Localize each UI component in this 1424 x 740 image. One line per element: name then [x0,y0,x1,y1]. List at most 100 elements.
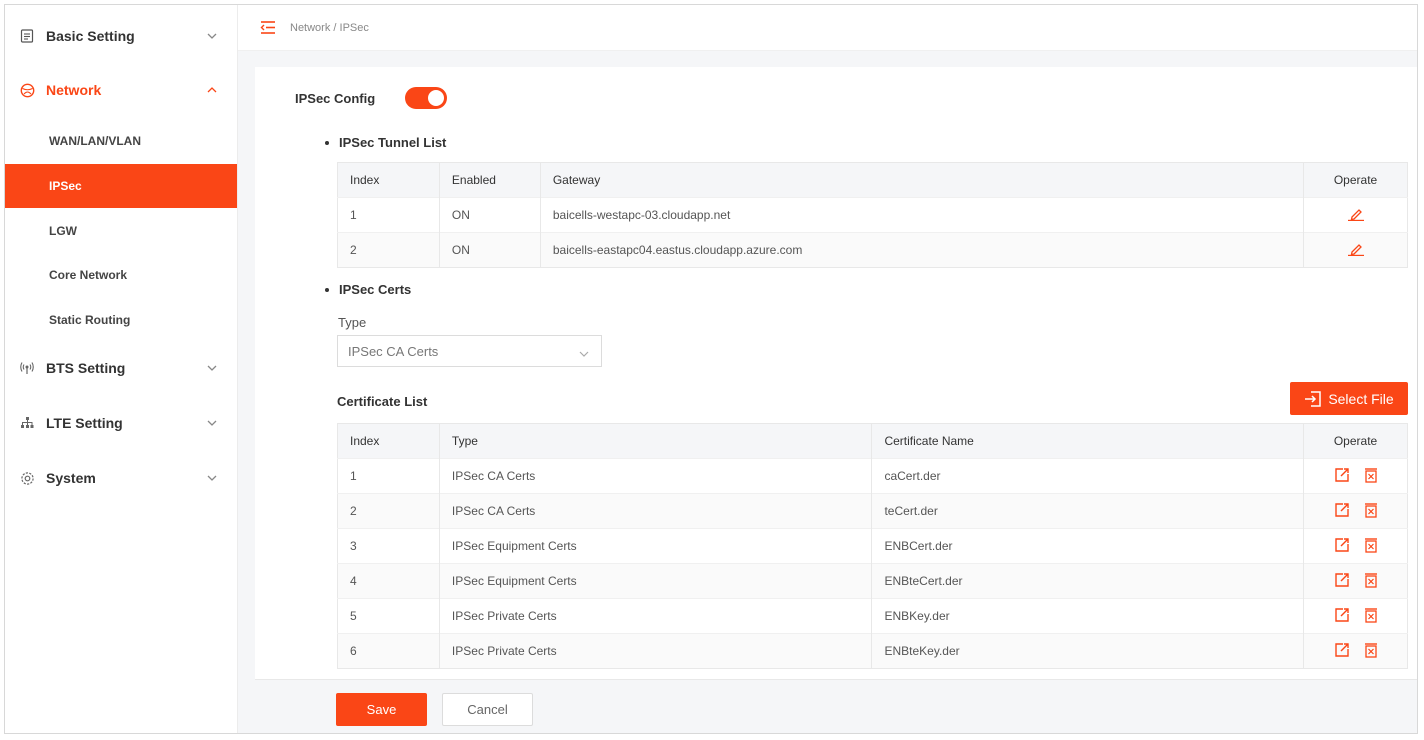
cell-enabled: ON [439,232,541,268]
chevron-down-icon [205,33,219,39]
menu-label: Network [46,82,102,98]
menu-label: BTS Setting [46,360,126,376]
menu-network[interactable]: Network [5,63,237,117]
delete-icon[interactable] [1364,642,1378,658]
tunnel-list-title-text: IPSec Tunnel List [339,135,447,150]
table-row: 2 IPSec CA Certs teCert.der [337,493,1408,529]
column-header-gateway: Gateway [540,162,1305,198]
cell-gateway: baicells-eastapc04.eastus.cloudapp.azure… [540,232,1305,268]
cell-index: 1 [337,458,440,494]
column-header-index: Index [337,423,440,459]
menu-bts-setting[interactable]: BTS Setting [5,341,237,395]
cell-type: IPSec Equipment Certs [439,528,873,564]
export-icon[interactable] [1334,642,1350,658]
cell-certificate-name: ENBKey.der [871,598,1305,634]
cell-index: 2 [337,493,440,529]
column-header-enabled: Enabled [439,162,541,198]
menu-basic-setting[interactable]: Basic Setting [5,9,237,63]
ipsec-config-toggle[interactable] [405,87,448,109]
cell-certificate-name: ENBteCert.der [871,563,1305,599]
cell-index: 2 [337,232,440,268]
cell-operate [1303,493,1408,529]
cell-operate [1303,598,1408,634]
ipsec-config-row: IPSec Config [295,87,448,109]
delete-icon[interactable] [1364,537,1378,553]
chevron-down-icon [205,365,219,371]
cell-index: 1 [337,197,440,233]
cell-type: IPSec CA Certs [439,493,873,529]
tunnel-list-title: IPSec Tunnel List [325,135,446,150]
cell-operate [1303,633,1408,669]
cell-type: IPSec Private Certs [439,633,873,669]
sidebar-item-ipsec[interactable]: IPSec [5,164,237,208]
column-header-index: Index [337,162,440,198]
bullet-dot [325,140,329,145]
column-header-operate: Operate [1303,162,1408,198]
certificate-table: Index Type Certificate Name Operate 1 IPS… [337,423,1408,669]
sidebar-item-core-network[interactable]: Core Network [5,253,237,297]
table-header-row: Index Enabled Gateway Operate [337,162,1408,198]
cancel-button[interactable]: Cancel [442,693,533,726]
gear-icon [17,471,37,486]
sidebar-item-static-routing[interactable]: Static Routing [5,298,237,342]
table-row: 1 IPSec CA Certs caCert.der [337,458,1408,494]
cell-certificate-name: teCert.der [871,493,1305,529]
menu-label: LTE Setting [46,415,123,431]
delete-icon[interactable] [1364,607,1378,623]
cell-type: IPSec Equipment Certs [439,563,873,599]
import-icon [1305,390,1322,407]
cell-operate [1303,197,1408,233]
column-header-type: Type [439,423,873,459]
collapse-menu-icon[interactable] [260,21,276,34]
delete-icon[interactable] [1364,572,1378,588]
select-file-button[interactable]: Select File [1290,382,1408,415]
table-row: 4 IPSec Equipment Certs ENBteCert.der [337,563,1408,599]
table-row: 2 ON baicells-eastapc04.eastus.cloudapp.… [337,232,1408,268]
globe-icon [17,83,37,98]
cell-certificate-name: ENBCert.der [871,528,1305,564]
delete-icon[interactable] [1364,502,1378,518]
cell-enabled: ON [439,197,541,233]
export-icon[interactable] [1334,467,1350,483]
bullet-dot [325,287,329,292]
edit-icon[interactable] [1347,207,1365,221]
edit-icon[interactable] [1347,242,1365,256]
document-icon [17,29,37,43]
delete-icon[interactable] [1364,467,1378,483]
export-icon[interactable] [1334,502,1350,518]
breadcrumb: Network / IPSec [290,21,369,34]
type-label: Type [338,315,367,330]
chevron-down-icon [205,420,219,426]
certs-title-text: IPSec Certs [339,282,412,297]
content-card: IPSec Config IPSec Tunnel List Index Ena… [255,67,1417,679]
chevron-down-icon [579,345,589,360]
cell-certificate-name: ENBteKey.der [871,633,1305,669]
certificate-table-body: 1 IPSec CA Certs caCert.der 2 IPSec CA Certs… [337,458,1408,669]
cert-type-select[interactable]: IPSec CA Certs [337,335,602,367]
cell-type: IPSec Private Certs [439,598,873,634]
column-header-operate: Operate [1303,423,1408,459]
chevron-up-icon [205,87,219,93]
select-file-label: Select File [1328,390,1394,407]
menu-label: Basic Setting [46,28,135,44]
footer-divider [255,679,1417,680]
app-window: Basic Setting Network WAN/LAN/VLAN IPSec… [4,4,1418,734]
save-button[interactable]: Save [336,693,427,726]
sidebar: Basic Setting Network WAN/LAN/VLAN IPSec… [5,5,237,495]
sidebar-item-wan-lan-vlan[interactable]: WAN/LAN/VLAN [5,119,237,163]
cell-gateway: baicells-westapc-03.cloudapp.net [540,197,1305,233]
header: Network / IPSec [238,5,1417,51]
menu-lte-setting[interactable]: LTE Setting [5,396,237,450]
table-row: 3 IPSec Equipment Certs ENBCert.der [337,528,1408,564]
network-tree-icon [17,416,37,430]
table-row: 6 IPSec Private Certs ENBteKey.der [337,633,1408,669]
chevron-down-icon [205,475,219,481]
menu-system[interactable]: System [5,451,237,505]
certificate-list-title: Certificate List [337,394,428,409]
sidebar-item-lgw[interactable]: LGW [5,209,237,253]
export-icon[interactable] [1334,607,1350,623]
cell-operate [1303,232,1408,268]
cell-operate [1303,458,1408,494]
export-icon[interactable] [1334,572,1350,588]
export-icon[interactable] [1334,537,1350,553]
